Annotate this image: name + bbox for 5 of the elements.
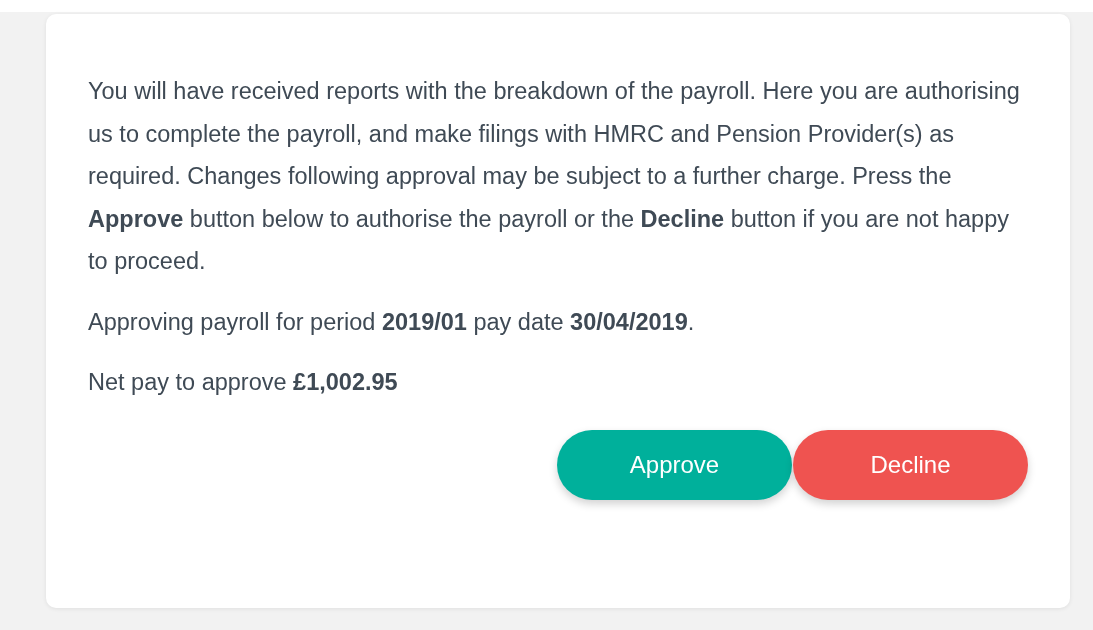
decline-button[interactable]: Decline xyxy=(793,429,1028,500)
message-text: Net pay to approve £1,002.95 xyxy=(88,368,399,397)
message-text: You will have received reports with the breakdown of the payroll. Here you are authorising us to complete the payroll, and make filings with HMRC and Pension Provider(s) as required. Changes following approval may be subject to a further charge. Press the Approve button below to authorise the payroll or the Decline button if you are not happy to proceed. xyxy=(88,77,1021,276)
message-text: Approving payroll for period 2019/01 pay date 30/04/2019. xyxy=(88,307,696,337)
approve-button[interactable]: Approve xyxy=(557,429,792,500)
